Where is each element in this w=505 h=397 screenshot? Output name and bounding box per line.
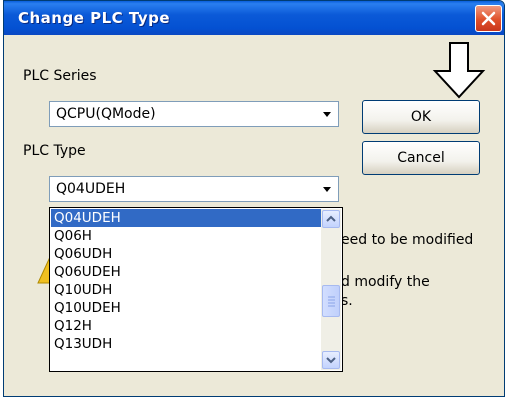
change-plc-type-dialog: Change PLC Type PLC Series QCPU(QMode) P… — [3, 0, 505, 397]
notice-line-1: eed to be modified — [341, 232, 474, 248]
close-button[interactable] — [475, 5, 502, 32]
plc-type-options: Q04UDEH Q06H Q06UDH Q06UDEH Q10UDH Q10UDEH Q12… — [51, 209, 321, 353]
plc-series-combo[interactable]: QCPU(QMode) — [49, 101, 339, 127]
title-bar[interactable]: Change PLC Type — [4, 1, 504, 35]
chevron-down-icon[interactable] — [318, 104, 336, 124]
ok-button[interactable]: OK — [362, 100, 480, 134]
close-icon — [481, 11, 496, 26]
cancel-button-label: Cancel — [397, 150, 445, 166]
plc-type-option[interactable]: Q06UDH — [51, 245, 321, 263]
plc-type-option[interactable]: Q10UDEH — [51, 299, 321, 317]
plc-series-label: PLC Series — [23, 68, 97, 84]
dialog-title: Change PLC Type — [18, 9, 171, 27]
plc-type-option[interactable]: Q04UDEH — [51, 209, 321, 227]
plc-type-option[interactable]: Q13UDH — [51, 335, 321, 353]
plc-type-option[interactable]: Q10UDH — [51, 281, 321, 299]
plc-type-dropdown-list[interactable]: Q04UDEH Q06H Q06UDH Q06UDEH Q10UDH Q10UDEH Q12… — [49, 207, 343, 372]
ok-button-label: OK — [410, 109, 432, 125]
notice-line-2: d modify the — [341, 274, 430, 290]
scroll-down-button[interactable] — [322, 351, 340, 369]
scroll-up-button[interactable] — [322, 210, 340, 228]
chevron-down-icon — [326, 357, 336, 364]
plc-type-value: Q04UDEH — [56, 181, 126, 197]
plc-type-option[interactable]: Q12H — [51, 317, 321, 335]
plc-type-combo[interactable]: Q04UDEH — [49, 176, 339, 202]
plc-series-value: QCPU(QMode) — [56, 106, 156, 122]
plc-type-option[interactable]: Q06H — [51, 227, 321, 245]
plc-type-label-text: PLC Type — [23, 143, 86, 159]
chevron-up-icon — [326, 215, 336, 222]
plc-type-option[interactable]: Q06UDEH — [51, 263, 321, 281]
pointer-arrow-icon — [432, 42, 486, 99]
grip-icon — [328, 296, 335, 307]
chevron-down-icon[interactable] — [318, 179, 336, 199]
plc-type-label: PLC Type — [23, 143, 86, 159]
scroll-thumb[interactable] — [322, 285, 340, 317]
dropdown-scrollbar[interactable] — [321, 209, 341, 370]
plc-series-label-text: PLC Series — [23, 68, 97, 84]
cancel-button[interactable]: Cancel — [362, 141, 480, 175]
